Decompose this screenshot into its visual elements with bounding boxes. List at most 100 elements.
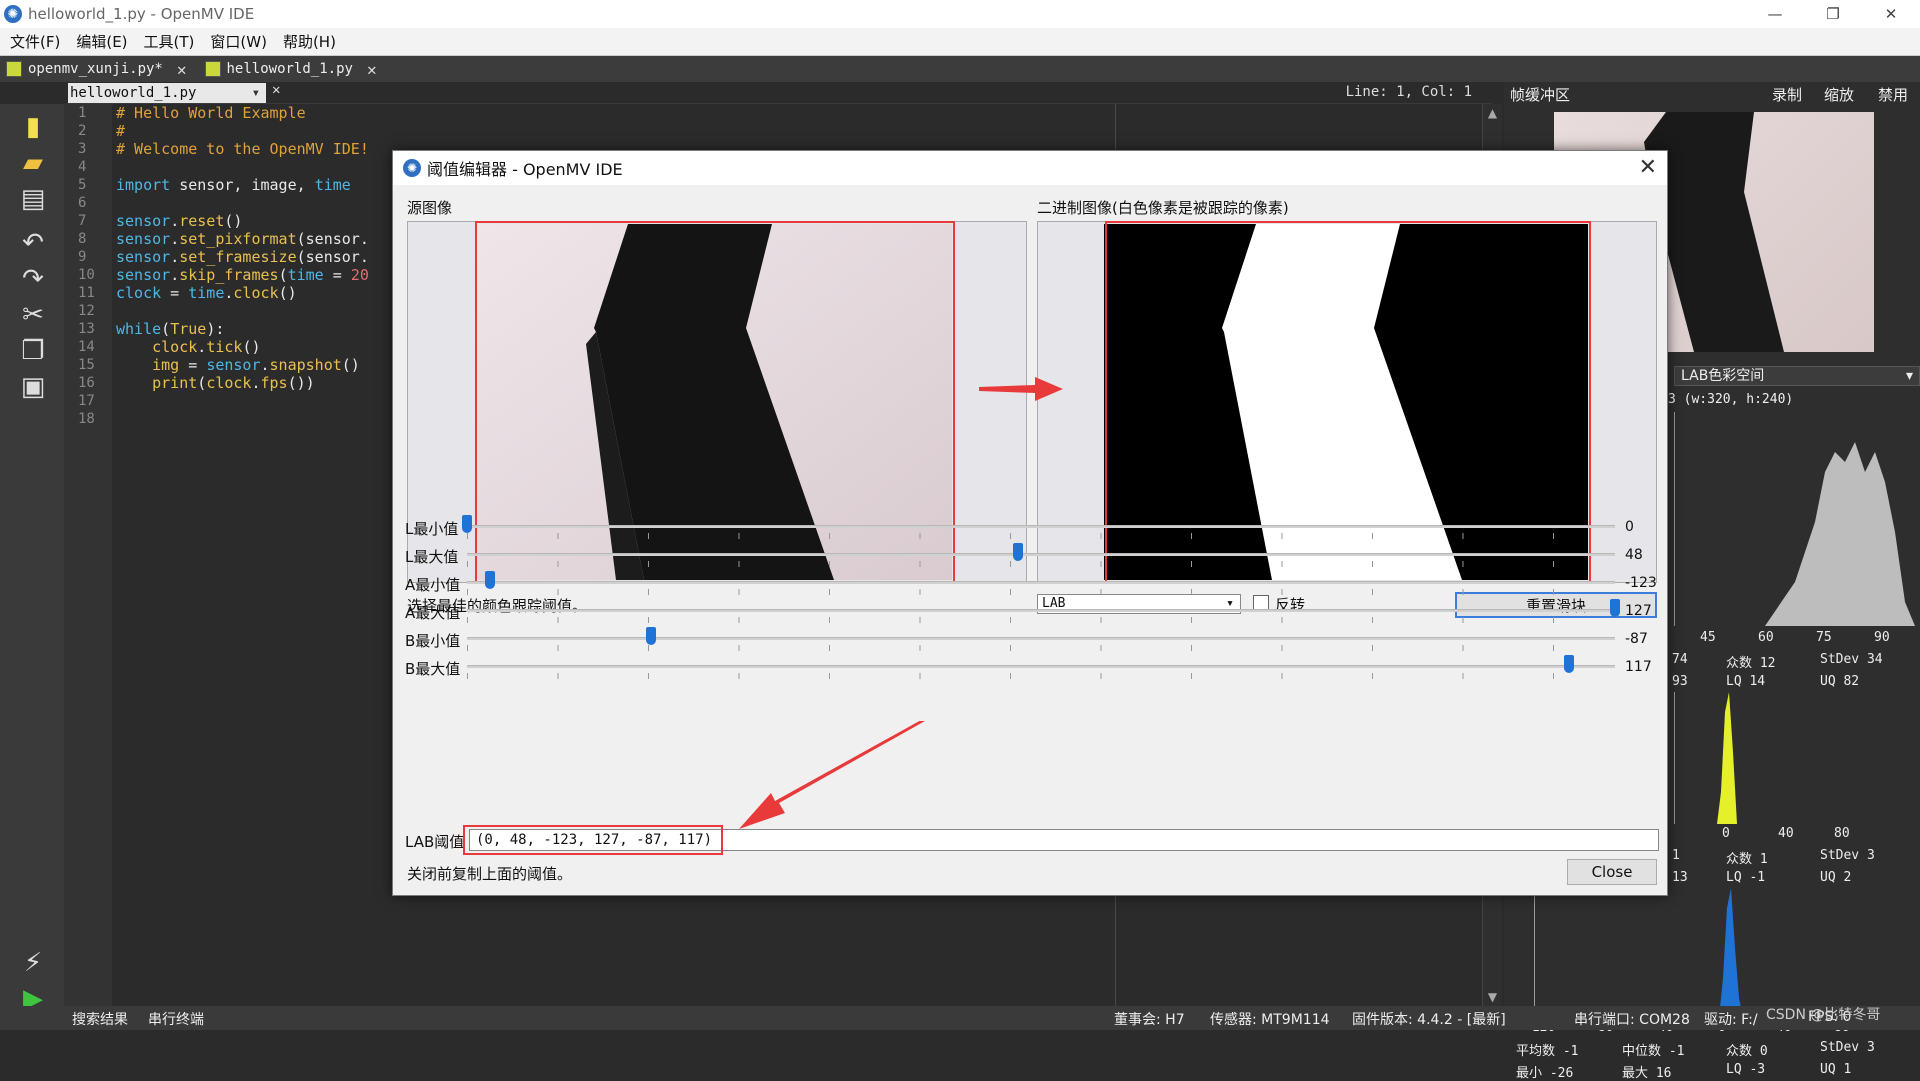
connect-icon[interactable]: ⚡ (18, 948, 48, 978)
dialog-title: 阈值编辑器 - OpenMV IDE (427, 160, 623, 179)
slider-thumb[interactable] (1564, 655, 1575, 673)
slider-ticks (467, 589, 1615, 595)
threshold-highlight-box (463, 825, 723, 855)
record-button[interactable]: 录制 (1772, 84, 1802, 105)
slider-thumb[interactable] (1013, 543, 1024, 561)
code-token: time (287, 266, 324, 284)
copy-icon[interactable]: ❐ (18, 336, 48, 366)
tab-helloworld[interactable]: helloworld_1.py ✕ (199, 58, 383, 80)
code-token: ( (197, 374, 207, 392)
slider-row: B最小值 -87 (405, 625, 1665, 653)
slider-thumb[interactable] (484, 571, 495, 589)
hist3-lq: LQ -3 (1726, 1062, 1766, 1077)
slider-ticks (467, 561, 1615, 567)
code-token: img (152, 356, 180, 374)
disable-button[interactable]: 禁用 (1878, 84, 1908, 105)
minimize-button[interactable]: — (1746, 0, 1804, 28)
line-number: 3 (78, 141, 87, 157)
hist2-axis-40: 40 (1778, 826, 1794, 841)
editor-close-icon[interactable]: ✕ (272, 82, 280, 98)
histogram-a (1674, 692, 1920, 824)
code-token: tick (206, 338, 243, 356)
code-token: (sensor. (296, 230, 369, 248)
line-number: 9 (78, 249, 87, 265)
paste-icon[interactable]: ▣ (18, 372, 48, 402)
slider-value: 48 (1625, 547, 1643, 563)
save-icon[interactable]: ▤ (18, 184, 48, 214)
maximize-button[interactable]: ❐ (1804, 0, 1862, 28)
line-number-gutter: 1 2 3 4 5 6 7 8 9 10 11 12 13 14 15 16 17 18 (64, 104, 112, 1006)
code-token: . (170, 230, 180, 248)
close-window-button[interactable]: ✕ (1862, 0, 1920, 28)
slider-label: A最大值 (405, 604, 461, 622)
new-file-icon[interactable]: ▮ (18, 112, 48, 142)
slider-row: A最大值 127 (405, 597, 1665, 625)
search-results-tab[interactable]: 搜索结果 (72, 1009, 128, 1029)
cursor-position: Line: 1, Col: 1 (1345, 84, 1472, 100)
line-number: 8 (78, 231, 87, 247)
histogram-a-plot (1717, 692, 1737, 824)
slider-thumb[interactable] (462, 515, 472, 533)
code-token: 20 (350, 266, 369, 284)
python-file-icon (204, 61, 221, 77)
code-line[interactable]: # Hello World Example (116, 104, 1116, 122)
code-token: clock (116, 284, 162, 302)
scroll-up-icon[interactable]: ▲ (1483, 106, 1502, 120)
code-token: reset (179, 212, 225, 230)
tab-openmv-xunji[interactable]: openmv_xunji.py* ✕ (0, 58, 193, 80)
menu-window[interactable]: 窗口(W) (210, 31, 267, 52)
tab-close-icon[interactable]: ✕ (367, 60, 377, 79)
slider-track[interactable] (467, 553, 1615, 556)
slider-track[interactable] (467, 609, 1615, 612)
code-token: sensor (116, 212, 171, 230)
close-dialog-button[interactable]: Close (1567, 859, 1657, 885)
histogram-b (1534, 888, 1920, 1018)
dialog-close-icon[interactable]: ✕ (1639, 155, 1657, 180)
file-tab-bar: openmv_xunji.py* ✕ helloworld_1.py ✕ (0, 56, 1920, 82)
hist3-mean: 平均数 -1 (1516, 1044, 1579, 1059)
code-token: sensor (116, 230, 171, 248)
hist3-min: 最小 -26 (1516, 1066, 1574, 1081)
colorspace-select[interactable]: LAB色彩空间 (1674, 366, 1920, 386)
line-number: 16 (78, 375, 95, 391)
hist1-axis-75: 75 (1816, 630, 1832, 645)
slider-track[interactable] (467, 665, 1615, 668)
cut-icon[interactable]: ✂ (18, 300, 48, 330)
slider-track[interactable] (467, 525, 1615, 528)
slider-label: L最大值 (405, 548, 459, 566)
open-folder-icon[interactable]: ▰ (18, 148, 48, 178)
hist2-stat: 13 (1672, 870, 1688, 885)
menu-edit[interactable]: 编辑(E) (76, 31, 127, 52)
menu-help[interactable]: 帮助(H) (283, 31, 336, 52)
slider-thumb[interactable] (645, 627, 656, 645)
slider-value: 117 (1625, 659, 1652, 675)
code-token: # (116, 122, 126, 140)
code-token: () (224, 212, 243, 230)
menu-file[interactable]: 文件(F) (10, 31, 60, 52)
line-number: 7 (78, 213, 87, 229)
line-number: 6 (78, 195, 87, 211)
slider-ticks (467, 645, 1615, 651)
tab-close-icon[interactable]: ✕ (177, 60, 187, 79)
slider-track[interactable] (467, 581, 1615, 584)
slider-thumb[interactable] (1610, 599, 1620, 617)
zoom-button[interactable]: 缩放 (1824, 84, 1854, 105)
slider-track[interactable] (467, 637, 1615, 640)
slider-value: -87 (1625, 631, 1648, 647)
code-token: print (152, 374, 198, 392)
code-token: ()) (287, 374, 315, 392)
serial-terminal-tab[interactable]: 串行终端 (148, 1009, 204, 1029)
left-toolbar: ▮ ▰ ▤ ↶ ↷ ✂ ❐ ▣ ⚡ ▶ (0, 104, 64, 1014)
file-select[interactable]: helloworld_1.py (68, 83, 266, 103)
dialog-title-bar: ✺ 阈值编辑器 - OpenMV IDE ✕ (393, 151, 1667, 185)
menu-tools[interactable]: 工具(T) (144, 31, 195, 52)
hist3-mode: 众数 0 (1726, 1044, 1768, 1059)
hist1-mode: 众数 12 (1726, 656, 1776, 671)
redo-icon[interactable]: ↷ (18, 264, 48, 294)
undo-icon[interactable]: ↶ (18, 228, 48, 258)
slider-value: 0 (1625, 519, 1634, 535)
code-token: sensor (116, 248, 171, 266)
scroll-down-icon[interactable]: ▼ (1483, 990, 1502, 1004)
code-line[interactable]: # (116, 122, 1116, 140)
slider-row: L最大值 48 (405, 541, 1665, 569)
